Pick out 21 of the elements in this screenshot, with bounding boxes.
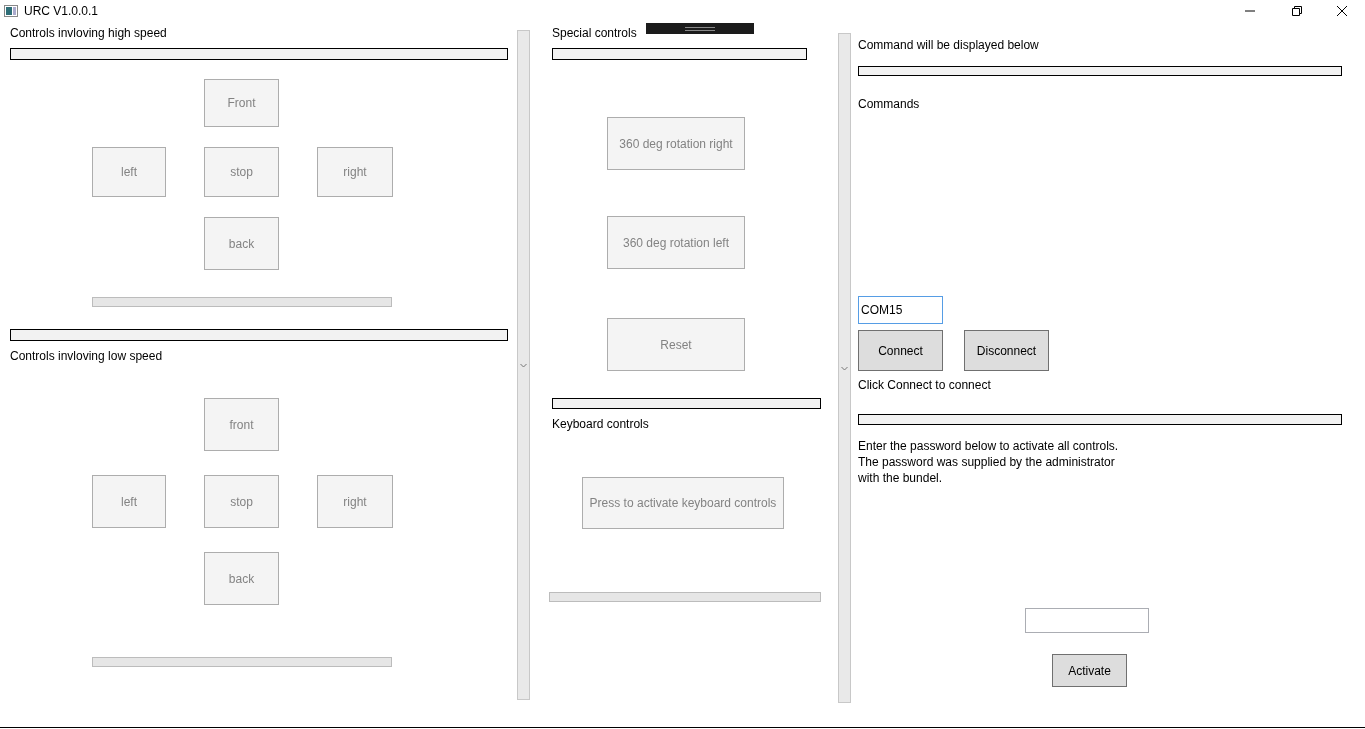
- section-heading: Special controls: [552, 26, 637, 40]
- instructions-text: Enter the password below to activate all controls. The password was supplied by the administrator with the bundel.: [858, 438, 1119, 486]
- chevron-down-icon[interactable]: [841, 365, 848, 371]
- section-heading: Keyboard controls: [552, 417, 649, 431]
- section-heading: Controls invloving low speed: [10, 349, 163, 363]
- debug-toolbar[interactable]: [646, 23, 754, 34]
- splitter-bar[interactable]: [517, 30, 530, 700]
- disconnect-button[interactable]: Disconnect: [964, 330, 1049, 371]
- app-icon: [4, 5, 18, 17]
- connect-button[interactable]: Connect: [858, 330, 943, 371]
- connection-status: Click Connect to connect: [858, 378, 991, 392]
- password-field[interactable]: [1025, 608, 1149, 633]
- splitter-bar[interactable]: [838, 33, 851, 703]
- chevron-down-icon[interactable]: [520, 362, 527, 368]
- commands-label: Commands: [858, 97, 920, 111]
- command-heading: Command will be displayed below: [858, 38, 1039, 52]
- port-input-field[interactable]: COM15: [858, 296, 943, 324]
- grip-icon[interactable]: [685, 26, 715, 31]
- section-heading: Controls invloving high speed: [10, 26, 167, 40]
- window-title: URC V1.0.0.1: [24, 4, 99, 18]
- activate-button[interactable]: Activate: [1052, 654, 1127, 687]
